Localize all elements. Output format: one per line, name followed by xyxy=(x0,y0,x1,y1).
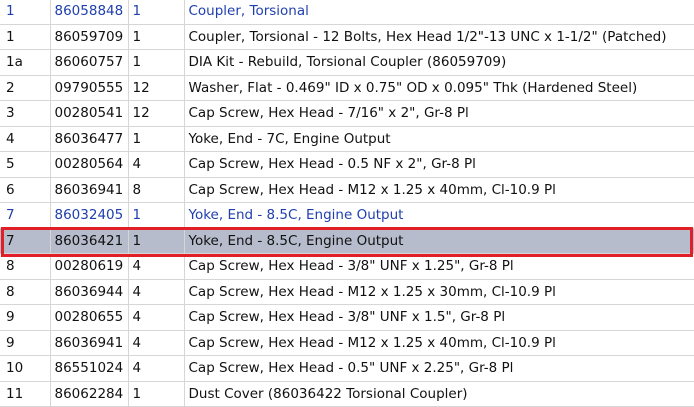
ref-cell: 9 xyxy=(0,304,51,331)
table-row[interactable]: 1 86059709 1 Coupler, Torsional - 12 Bol… xyxy=(0,24,694,50)
ref-cell: 1 xyxy=(0,0,51,25)
table-row[interactable]: 3 00280541 12 Cap Screw, Hex Head - 7/16… xyxy=(0,100,694,127)
part-number-cell: 86058848 xyxy=(50,0,129,25)
description-cell: Cap Screw, Hex Head - M12 x 1.25 x 30mm,… xyxy=(184,279,694,305)
quantity-cell: 1 xyxy=(128,24,185,50)
ref-cell: 7 xyxy=(0,228,51,254)
description-cell: Yoke, End - 8.5C, Engine Output xyxy=(184,228,694,254)
ref-cell: 1a xyxy=(0,49,51,76)
table-row[interactable]: 9 00280655 4 Cap Screw, Hex Head - 3/8" … xyxy=(0,304,694,331)
table-row[interactable]: 8 86036944 4 Cap Screw, Hex Head - M12 x… xyxy=(0,279,694,305)
description-cell: DIA Kit - Rebuild, Torsional Coupler (86… xyxy=(184,49,694,76)
description-link[interactable]: Coupler, Torsional xyxy=(184,0,694,25)
quantity-cell: 4 xyxy=(128,279,185,305)
part-number-cell: 00280541 xyxy=(50,100,129,127)
table-row[interactable]: 1a 86060757 1 DIA Kit - Rebuild, Torsion… xyxy=(0,49,694,76)
quantity-cell: 1 xyxy=(128,0,185,25)
table-row[interactable]: 8 00280619 4 Cap Screw, Hex Head - 3/8" … xyxy=(0,253,694,280)
table-row[interactable]: 11 86062284 1 Dust Cover (86036422 Torsi… xyxy=(0,381,694,407)
table-row[interactable]: 7 86032405 1 Yoke, End - 8.5C, Engine Ou… xyxy=(0,202,694,229)
quantity-cell: 1 xyxy=(128,381,185,407)
description-link[interactable]: Yoke, End - 8.5C, Engine Output xyxy=(184,202,694,229)
ref-cell: 8 xyxy=(0,253,51,280)
part-number-cell: 86059709 xyxy=(50,24,129,50)
description-cell: Cap Screw, Hex Head - 0.5" UNF x 2.25", … xyxy=(184,355,694,382)
ref-cell: 7 xyxy=(0,202,51,229)
description-cell: Cap Screw, Hex Head - 0.5 NF x 2", Gr-8 … xyxy=(184,151,694,178)
part-number-cell: 00280655 xyxy=(50,304,129,331)
quantity-cell: 4 xyxy=(128,253,185,280)
quantity-cell: 4 xyxy=(128,355,185,382)
parts-list-table: 1 86058848 1 Coupler, Torsional 1 860597… xyxy=(0,0,694,407)
part-number-cell: 86036941 xyxy=(50,177,129,203)
part-number-cell: 86032405 xyxy=(50,202,129,229)
description-cell: Cap Screw, Hex Head - 3/8" UNF x 1.25", … xyxy=(184,253,694,280)
quantity-cell: 1 xyxy=(128,202,185,229)
description-cell: Washer, Flat - 0.469" ID x 0.75" OD x 0.… xyxy=(184,75,694,101)
part-number-cell: 86036421 xyxy=(50,228,129,254)
quantity-cell: 8 xyxy=(128,177,185,203)
part-number-cell: 00280564 xyxy=(50,151,129,178)
quantity-cell: 12 xyxy=(128,100,185,127)
table-row[interactable]: 10 86551024 4 Cap Screw, Hex Head - 0.5"… xyxy=(0,355,694,382)
ref-cell: 4 xyxy=(0,126,51,152)
quantity-cell: 12 xyxy=(128,75,185,101)
part-number-cell: 86060757 xyxy=(50,49,129,76)
description-cell: Cap Screw, Hex Head - 7/16" x 2", Gr-8 P… xyxy=(184,100,694,127)
ref-cell: 10 xyxy=(0,355,51,382)
ref-cell: 11 xyxy=(0,381,51,407)
ref-cell: 2 xyxy=(0,75,51,101)
description-cell: Coupler, Torsional - 12 Bolts, Hex Head … xyxy=(184,24,694,50)
table-row[interactable]: 9 86036941 4 Cap Screw, Hex Head - M12 x… xyxy=(0,330,694,356)
description-cell: Cap Screw, Hex Head - 3/8" UNF x 1.5", G… xyxy=(184,304,694,331)
table-row-selected[interactable]: 7 86036421 1 Yoke, End - 8.5C, Engine Ou… xyxy=(0,228,694,254)
table-row[interactable]: 6 86036941 8 Cap Screw, Hex Head - M12 x… xyxy=(0,177,694,203)
part-number-cell: 86062284 xyxy=(50,381,129,407)
ref-cell: 5 xyxy=(0,151,51,178)
ref-cell: 9 xyxy=(0,330,51,356)
table-row[interactable]: 2 09790555 12 Washer, Flat - 0.469" ID x… xyxy=(0,75,694,101)
part-number-cell: 86036477 xyxy=(50,126,129,152)
quantity-cell: 4 xyxy=(128,151,185,178)
table-row[interactable]: 4 86036477 1 Yoke, End - 7C, Engine Outp… xyxy=(0,126,694,152)
part-number-cell: 86036941 xyxy=(50,330,129,356)
table-row[interactable]: 5 00280564 4 Cap Screw, Hex Head - 0.5 N… xyxy=(0,151,694,178)
ref-cell: 3 xyxy=(0,100,51,127)
part-number-cell: 86551024 xyxy=(50,355,129,382)
ref-cell: 1 xyxy=(0,24,51,50)
quantity-cell: 1 xyxy=(128,49,185,76)
table-row[interactable]: 1 86058848 1 Coupler, Torsional xyxy=(0,0,694,25)
quantity-cell: 1 xyxy=(128,126,185,152)
quantity-cell: 1 xyxy=(128,228,185,254)
parts-list-body: 1 86058848 1 Coupler, Torsional 1 860597… xyxy=(0,0,694,407)
quantity-cell: 4 xyxy=(128,330,185,356)
description-cell: Cap Screw, Hex Head - M12 x 1.25 x 40mm,… xyxy=(184,330,694,356)
description-cell: Dust Cover (86036422 Torsional Coupler) xyxy=(184,381,694,407)
part-number-cell: 86036944 xyxy=(50,279,129,305)
part-number-cell: 09790555 xyxy=(50,75,129,101)
quantity-cell: 4 xyxy=(128,304,185,331)
description-cell: Cap Screw, Hex Head - M12 x 1.25 x 40mm,… xyxy=(184,177,694,203)
ref-cell: 8 xyxy=(0,279,51,305)
part-number-cell: 00280619 xyxy=(50,253,129,280)
ref-cell: 6 xyxy=(0,177,51,203)
description-cell: Yoke, End - 7C, Engine Output xyxy=(184,126,694,152)
